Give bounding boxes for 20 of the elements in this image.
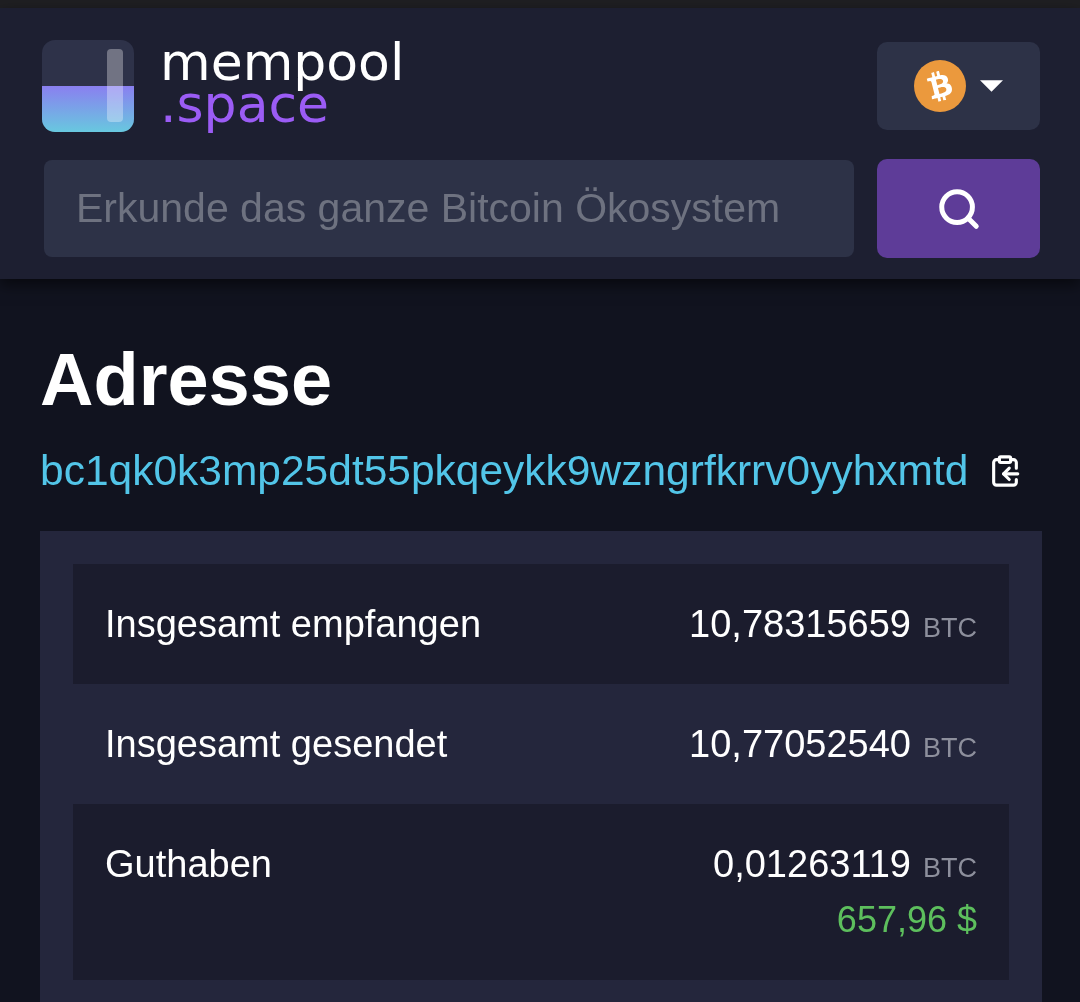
address-link[interactable]: bc1qk0k3mp25dt55pkqeykk9wzngrfkrrv0yyhxmtd [40,449,969,493]
logo-name[interactable]: mempool [160,32,405,92]
page-title: Adresse [40,340,334,420]
logo-icon [42,40,134,132]
fiat-amount: 657,96 $ [836,900,977,940]
search-button[interactable] [877,159,1040,258]
row-label: Insgesamt gesendet [105,724,448,764]
row-label: Guthaben [105,844,272,884]
search-field[interactable]: Erkunde das ganze Bitcoin Ökosystem [44,160,854,257]
btc-amount: 0,01263119 [713,844,911,884]
caret-icon [980,80,1003,92]
network-selector-button[interactable] [877,42,1040,130]
unit-label: BTC [923,612,977,644]
btc-amount: 10,77052540 [689,724,911,764]
btc-amount: 10,78315659 [689,604,911,644]
row-label: Insgesamt empfangen [105,604,481,644]
bitcoin-icon [914,60,966,112]
logo-suffix[interactable]: .space [160,94,330,134]
unit-label: BTC [923,852,977,884]
unit-label: BTC [923,732,977,764]
